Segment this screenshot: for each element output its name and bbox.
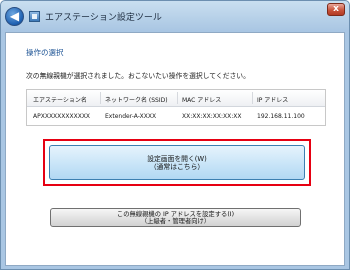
highlight-frame: 設定画面を開く(W) （通常はこちら） <box>43 139 311 186</box>
device-table: エアステーション名 ネットワーク名 (SSID) MAC アドレス IP アドレ… <box>26 89 326 126</box>
set-ip-sublabel: （上級者・管理者向け） <box>140 218 211 225</box>
title-bar: ◀ エアステーション設定ツール x <box>1 1 349 31</box>
open-settings-label: 設定画面を開く(W) <box>147 155 207 163</box>
row-ssid[interactable]: Extender-A-XXXX <box>105 113 156 120</box>
table-header: エアステーション名 ネットワーク名 (SSID) MAC アドレス IP アドレ… <box>27 90 325 107</box>
app-icon <box>29 11 40 22</box>
window-title: エアステーション設定ツール <box>45 13 162 23</box>
section-title: 操作の選択 <box>26 48 64 57</box>
set-ip-button[interactable]: この無線親機の IP アドレスを設定する(I) （上級者・管理者向け） <box>50 208 301 227</box>
app-window: ◀ エアステーション設定ツール x 操作の選択 次の無線親機が選択されました。お… <box>0 0 350 270</box>
close-button[interactable]: x <box>327 3 345 16</box>
row-ip[interactable]: 192.168.11.100 <box>257 113 305 120</box>
row-mac[interactable]: XX:XX:XX:XX:XX:XX <box>182 113 241 120</box>
column-separator <box>177 92 178 104</box>
header-ssid[interactable]: ネットワーク名 (SSID) <box>105 95 168 104</box>
back-arrow-icon[interactable]: ◀ <box>5 7 24 26</box>
set-ip-label: この無線親機の IP アドレスを設定する(I) <box>116 210 235 218</box>
row-station-name[interactable]: APXXXXXXXXXXXX <box>33 113 90 120</box>
open-settings-sublabel: （通常はこちら） <box>149 163 205 171</box>
column-separator <box>252 92 253 104</box>
instruction-text: 次の無線親機が選択されました。おこないたい操作を選択してください。 <box>26 72 250 80</box>
column-separator <box>100 92 101 104</box>
content-panel: 操作の選択 次の無線親機が選択されました。おこないたい操作を選択してください。 … <box>5 32 345 266</box>
header-station-name[interactable]: エアステーション名 <box>33 95 87 104</box>
header-mac[interactable]: MAC アドレス <box>182 95 221 104</box>
header-ip[interactable]: IP アドレス <box>257 95 288 104</box>
open-settings-button[interactable]: 設定画面を開く(W) （通常はこちら） <box>49 145 305 180</box>
